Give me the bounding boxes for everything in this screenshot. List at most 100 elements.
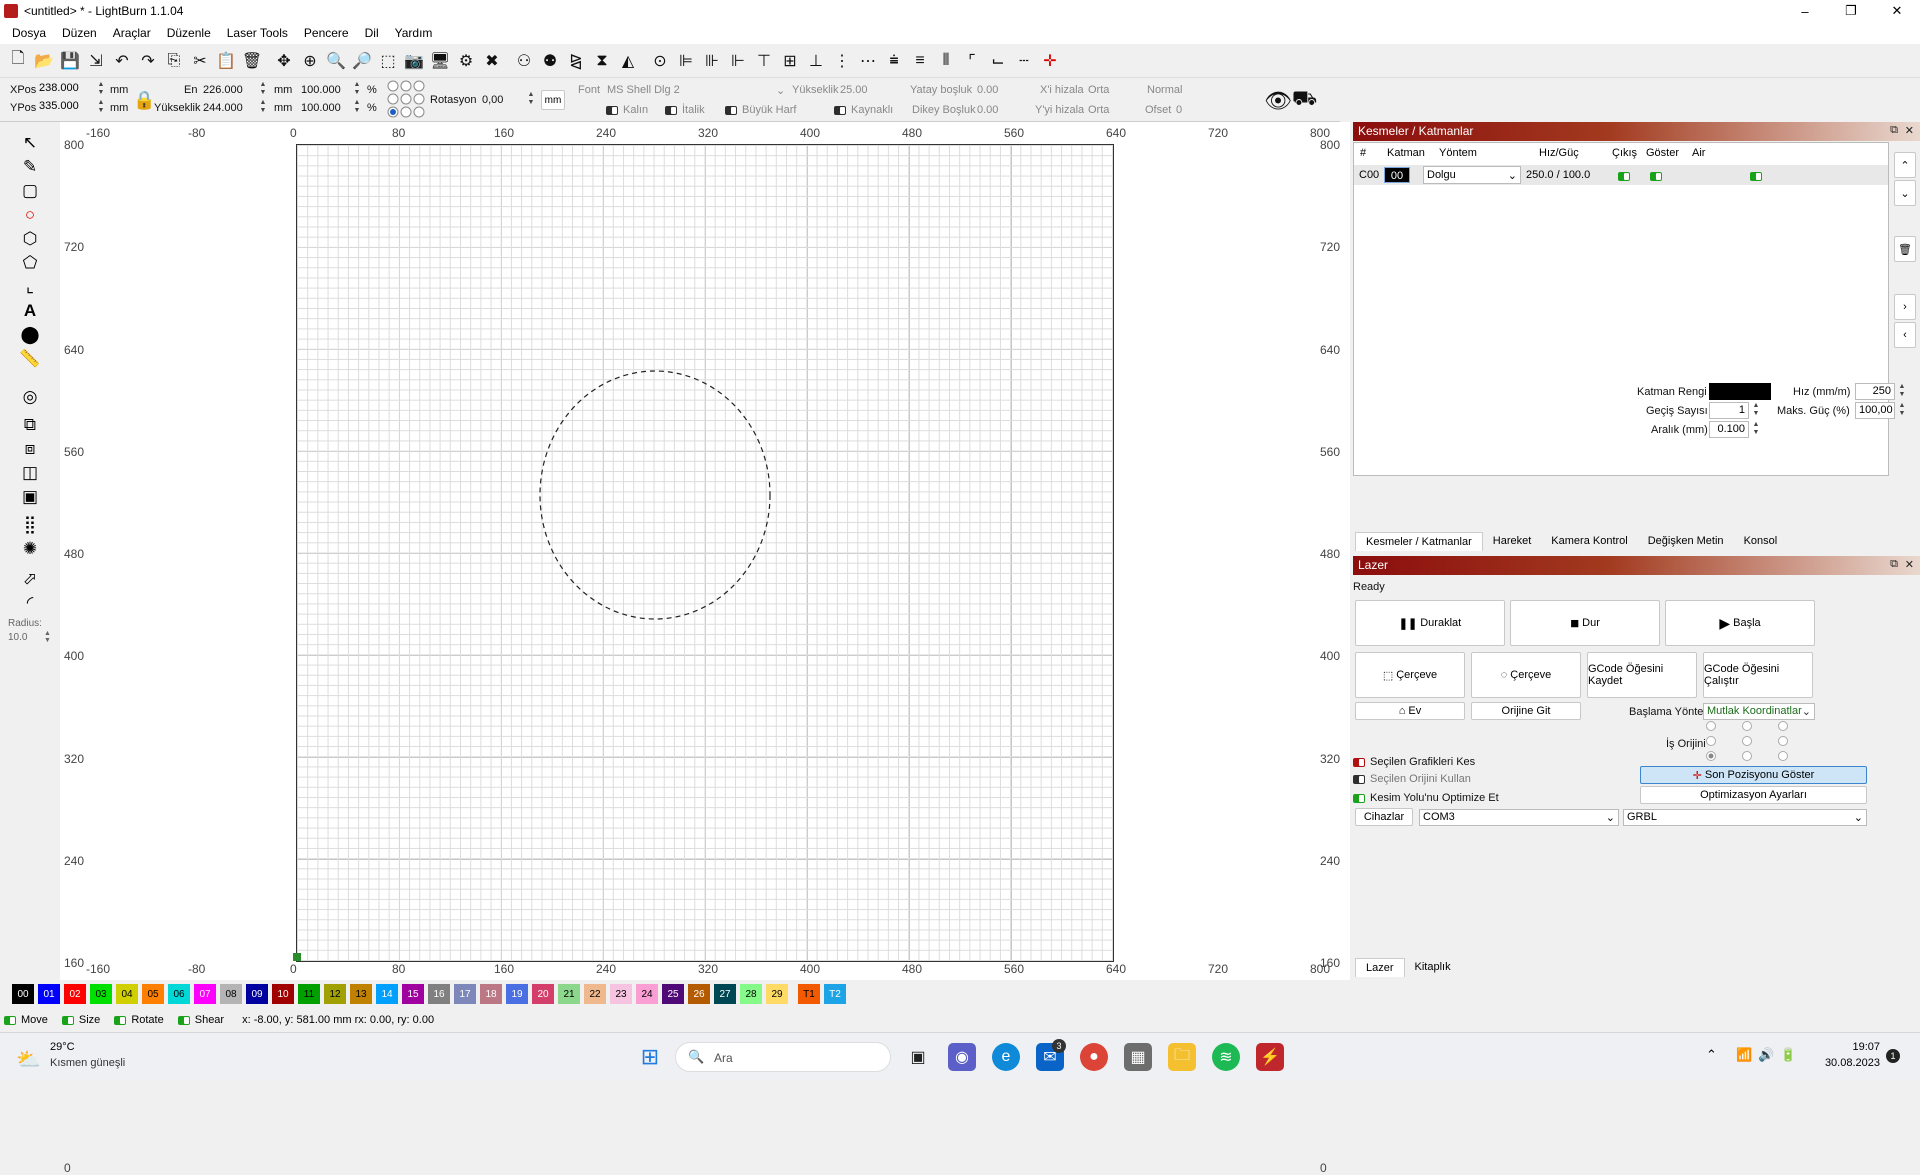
goto-origin-button[interactable]: Orijine Git [1471,702,1581,720]
palette-swatch-08[interactable]: 08 [220,984,242,1004]
move-toggle[interactable]: Move [4,1014,48,1026]
clock-time[interactable]: 19:07 [1826,1041,1880,1053]
palette-swatch-14[interactable]: 14 [376,984,398,1004]
yalign-select[interactable]: Orta [1088,104,1109,116]
chevron-up-icon[interactable]: ⌃ [1706,1047,1717,1063]
font-height-field[interactable]: 25.00 [840,84,868,96]
ellipse-shape[interactable] [539,370,771,620]
air-toggle[interactable] [1750,170,1767,182]
save-icon[interactable]: 💾 [58,49,82,73]
move-icon[interactable]: ✥ [272,49,296,73]
corner-icon[interactable]: ⌜ [960,49,984,73]
paste-icon[interactable]: 📋 [214,49,238,73]
align-bottom-icon[interactable]: ⊥ [804,49,828,73]
tab-move[interactable]: Hareket [1483,532,1542,551]
align-top-icon[interactable]: ⊤ [752,49,776,73]
use-origin-toggle[interactable]: Seçilen Orijini Kullan [1353,773,1471,785]
port-select[interactable]: COM3 ⌄ [1419,809,1619,826]
tools-icon[interactable]: ✖ [480,49,504,73]
menu-file[interactable]: Dosya [4,22,54,44]
palette-swatch-10[interactable]: 10 [272,984,294,1004]
vspace-field[interactable]: 0.00 [977,104,998,116]
undo-icon[interactable]: ↶ [110,49,134,73]
offset-shapes-icon[interactable]: ◎ [18,386,42,408]
position-pin-icon[interactable]: ⬤ [18,324,42,346]
select-pointer-icon[interactable]: ↖ [18,132,42,154]
home-button[interactable]: ⌂ Ev [1355,702,1465,720]
corner-radius-icon[interactable]: ◜ [18,592,42,614]
align-center-icon[interactable]: ⊙ [648,49,672,73]
zoom-in-icon[interactable]: 🔍 [324,49,348,73]
delete-icon[interactable]: 🗑 [240,49,264,73]
grid-array-icon[interactable]: ⣿ [18,514,42,536]
hspace-field[interactable]: 0.00 [977,84,998,96]
ungroup-icon[interactable]: ⚉ [538,49,562,73]
optimize-toggle[interactable]: Kesim Yolu'nu Optimize Et [1353,792,1499,804]
height-percent-field[interactable]: 100.000 [301,102,341,114]
palette-swatch-29[interactable]: 29 [766,984,788,1004]
palette-swatch-13[interactable]: 13 [350,984,372,1004]
weather-temp[interactable]: 29°C [50,1041,75,1053]
camera-icon[interactable]: 📷 [402,49,426,73]
dotted-line-icon[interactable]: ┄ [1012,49,1036,73]
radius-field[interactable]: 10.0 [8,632,27,643]
space-h-icon[interactable]: ≡ [908,49,932,73]
tab-console[interactable]: Konsol [1734,532,1788,551]
palette-swatch-23[interactable]: 23 [610,984,632,1004]
maximize-button[interactable]: ❐ [1828,0,1874,22]
tab-cuts-layers[interactable]: Kesmeler / Katmanlar [1355,532,1483,551]
float-icon[interactable]: ⧉ [1890,558,1898,571]
group-icon[interactable]: ⚇ [512,49,536,73]
uppercase-toggle[interactable]: Büyük Harf [725,104,796,116]
move-layer-up-icon[interactable]: ⌃ [1894,152,1916,178]
settings-icon[interactable]: ⚙ [454,49,478,73]
size-toggle[interactable]: Size [61,1014,100,1026]
new-file-icon[interactable]: 🗋 [6,49,30,73]
palette-swatch-28[interactable]: 28 [740,984,762,1004]
file-explorer-icon[interactable]: 🗀 [1168,1043,1196,1071]
align-left-icon[interactable]: ⊫ [674,49,698,73]
rotate-shape-icon[interactable]: ⬀ [18,568,42,590]
font-select[interactable]: MS Shell Dlg 2 [607,84,680,96]
width-field[interactable]: 226.000 [203,84,243,96]
passes-field[interactable]: 1 [1709,402,1749,419]
welded-toggle[interactable]: Kaynaklı [834,104,893,116]
canvas-area[interactable]: -160 -160 -80 -80 0 0 80 80 160 160 240 240 320 320 40… [60,122,1534,1175]
layer-color-chip[interactable]: 00 [1384,167,1410,183]
align-right-icon[interactable]: ⊩ [726,49,750,73]
menu-arrange[interactable]: Düzenle [159,22,219,44]
tab-laser[interactable]: Lazer [1355,958,1405,977]
width-percent-field[interactable]: 100.000 [301,84,341,96]
unit-toggle-button[interactable]: mm [541,90,565,110]
edge-icon[interactable]: e [992,1043,1020,1071]
boolean-union-icon[interactable]: ⧉ [18,414,42,436]
interval-spinner[interactable]: ▲ ▼ [1751,421,1761,438]
palette-swatch-20[interactable]: 20 [532,984,554,1004]
tab-variable-text[interactable]: Değişken Metin [1638,532,1734,551]
notification-badge[interactable]: 1 [1886,1049,1900,1063]
flip-vertical-icon[interactable]: ⧗ [590,49,614,73]
export-icon[interactable]: ⇲ [84,49,108,73]
layer-color-swatch[interactable] [1709,383,1771,400]
palette-swatch-19[interactable]: 19 [506,984,528,1004]
palette-swatch-21[interactable]: 21 [558,984,580,1004]
float-icon[interactable]: ⧉ [1890,124,1898,137]
palette-swatch-15[interactable]: 15 [402,984,424,1004]
xalign-select[interactable]: Orta [1088,84,1109,96]
monitor-icon[interactable]: 🖥 [428,49,452,73]
menu-help[interactable]: Yardım [387,22,441,44]
step-icon[interactable]: ⌙ [986,49,1010,73]
edit-nodes-icon[interactable]: ✎ [18,156,42,178]
pause-button[interactable]: ❚❚ Duraklat [1355,600,1505,646]
minimize-button[interactable]: – [1782,0,1828,22]
italic-toggle[interactable]: İtalik [665,104,705,116]
weld-icon[interactable]: ▣ [18,486,42,508]
wpct-spinner[interactable]: ▲ ▼ [352,81,362,98]
menu-edit[interactable]: Düzen [54,22,105,44]
ypos-field[interactable]: 335.000 [36,99,96,116]
anchor-grid-icon[interactable] [386,80,428,120]
offset-field[interactable]: 0 [1176,104,1182,116]
align-hcenter-icon[interactable]: ⊪ [700,49,724,73]
shear-toggle[interactable]: Shear [177,1014,224,1026]
palette-swatch-09[interactable]: 09 [246,984,268,1004]
